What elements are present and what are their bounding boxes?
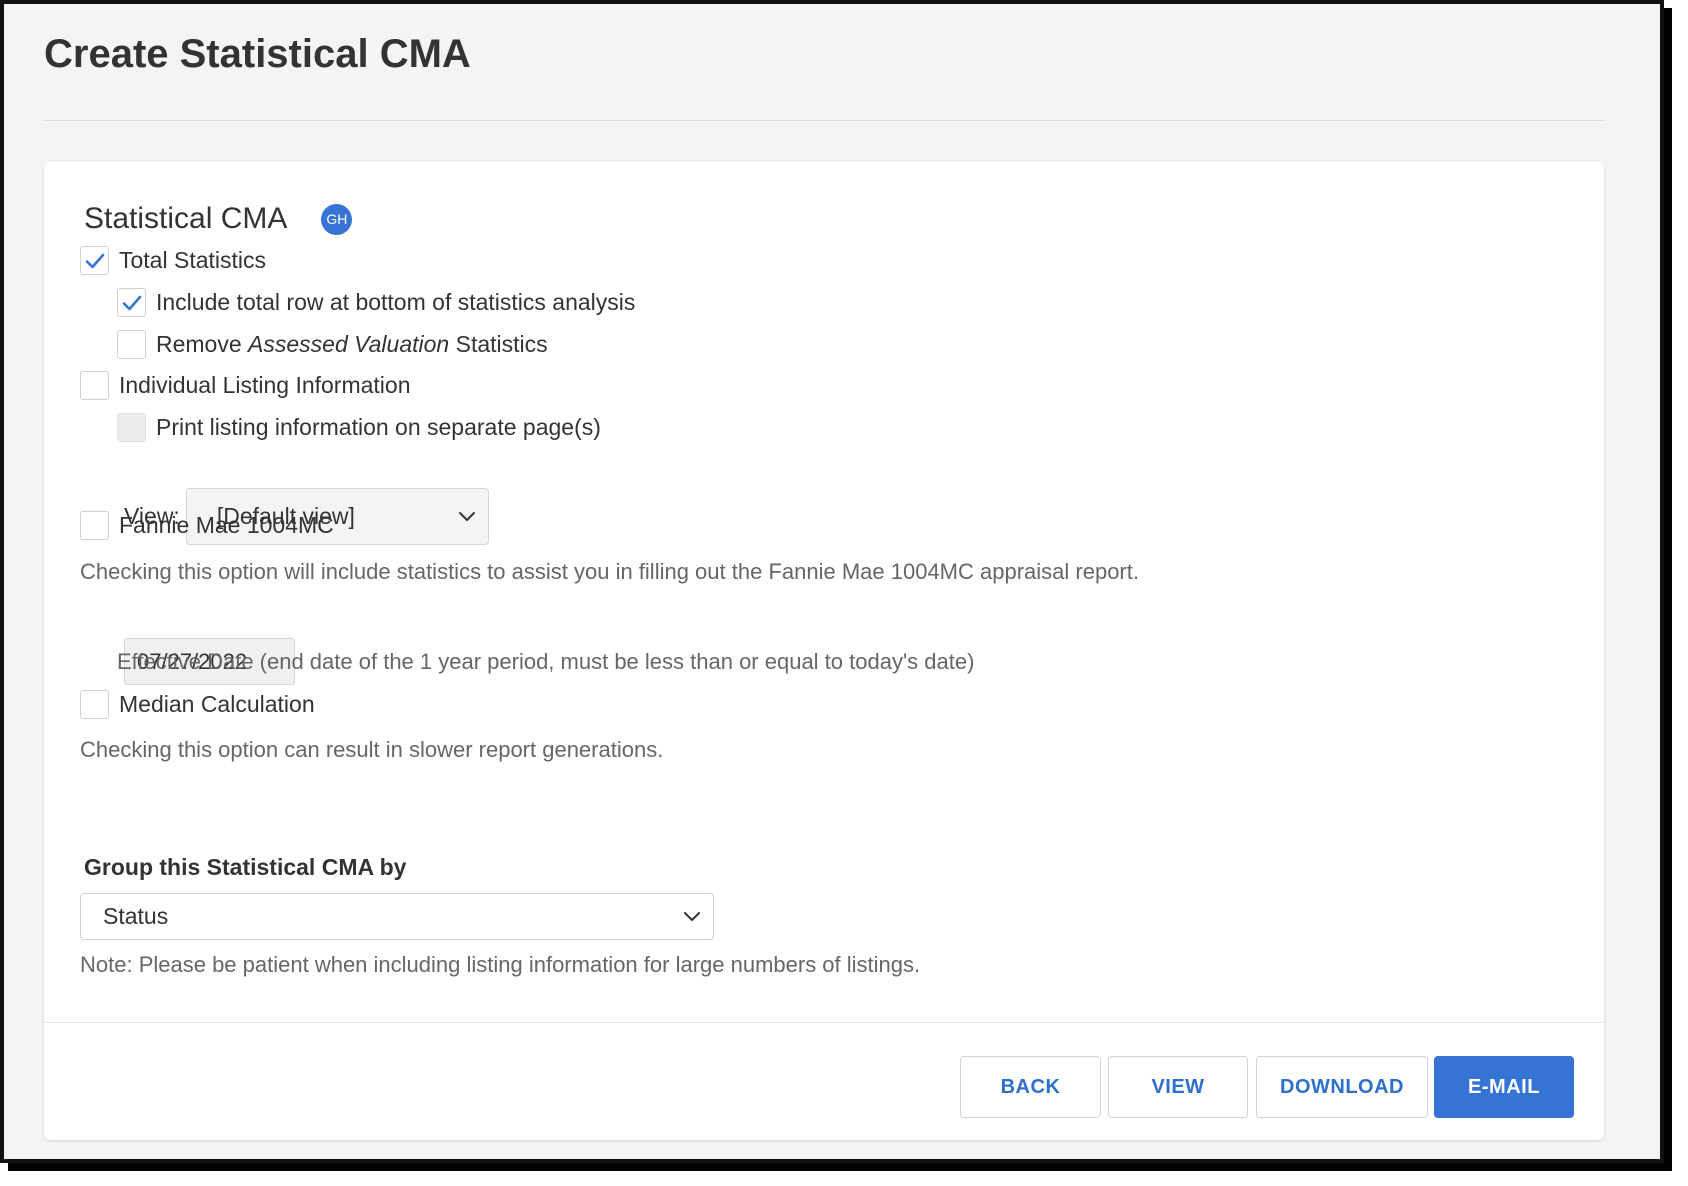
include-total-row-label: Include total row at bottom of statistic… xyxy=(156,289,636,315)
individual-listing-label: Individual Listing Information xyxy=(119,372,411,398)
individual-listing-option[interactable]: Individual Listing Information xyxy=(80,371,411,400)
fannie-mae-checkbox[interactable] xyxy=(80,511,109,540)
card-heading: Statistical CMA GH xyxy=(84,202,353,236)
group-by-note: Note: Please be patient when including l… xyxy=(80,952,921,977)
remove-assessed-valuation-label: Remove Assessed Valuation Statistics xyxy=(156,331,548,358)
fannie-mae-option[interactable]: Fannie Mae 1004MC xyxy=(80,511,334,540)
chevron-down-icon xyxy=(458,511,475,521)
total-statistics-checkbox[interactable] xyxy=(80,246,109,275)
group-by-select[interactable]: Status xyxy=(80,893,714,940)
download-button[interactable]: DOWNLOAD xyxy=(1256,1056,1428,1118)
total-statistics-option[interactable]: Total Statistics xyxy=(80,246,266,275)
total-statistics-label: Total Statistics xyxy=(119,247,266,273)
email-button[interactable]: E-MAIL xyxy=(1434,1056,1574,1118)
remove-assessed-valuation-checkbox[interactable] xyxy=(117,330,146,359)
median-help-text: Checking this option can result in slowe… xyxy=(80,737,664,762)
include-total-row-option[interactable]: Include total row at bottom of statistic… xyxy=(117,288,635,317)
footer-divider xyxy=(44,1022,1604,1023)
user-avatar[interactable]: GH xyxy=(321,203,353,235)
print-separate-pages-checkbox[interactable] xyxy=(117,413,146,442)
back-button[interactable]: BACK xyxy=(960,1056,1101,1118)
median-calculation-option[interactable]: Median Calculation xyxy=(80,690,315,719)
individual-listing-checkbox[interactable] xyxy=(80,371,109,400)
group-by-select-value: Status xyxy=(103,903,169,929)
fannie-mae-label: Fannie Mae 1004MC xyxy=(119,512,334,538)
median-calculation-label: Median Calculation xyxy=(119,691,315,717)
print-separate-pages-label: Print listing information on separate pa… xyxy=(156,414,601,440)
checkmark-icon xyxy=(122,295,142,311)
checkmark-icon xyxy=(85,253,105,269)
chevron-down-icon xyxy=(684,911,700,921)
group-by-label: Group this Statistical CMA by xyxy=(84,854,407,880)
include-total-row-checkbox[interactable] xyxy=(117,288,146,317)
view-button[interactable]: VIEW xyxy=(1108,1056,1248,1118)
statistical-cma-card: Statistical CMA GH Total Statistics Incl… xyxy=(44,162,1604,1140)
page-title: Create Statistical CMA xyxy=(44,32,471,76)
card-title: Statistical CMA xyxy=(84,202,288,235)
label-italic: Assessed Valuation xyxy=(248,331,450,357)
median-calculation-checkbox[interactable] xyxy=(80,690,109,719)
effective-date-help-text: Effective Date (end date of the 1 year p… xyxy=(117,649,975,674)
remove-assessed-valuation-option[interactable]: Remove Assessed Valuation Statistics xyxy=(117,330,548,359)
label-prefix: Remove xyxy=(156,331,249,357)
fannie-mae-help-text: Checking this option will include statis… xyxy=(80,559,1139,584)
label-suffix: Statistics xyxy=(449,331,548,357)
print-separate-pages-option[interactable]: Print listing information on separate pa… xyxy=(117,413,601,442)
title-divider xyxy=(44,120,1604,121)
app-window: Create Statistical CMA Statistical CMA G… xyxy=(0,0,1664,1163)
